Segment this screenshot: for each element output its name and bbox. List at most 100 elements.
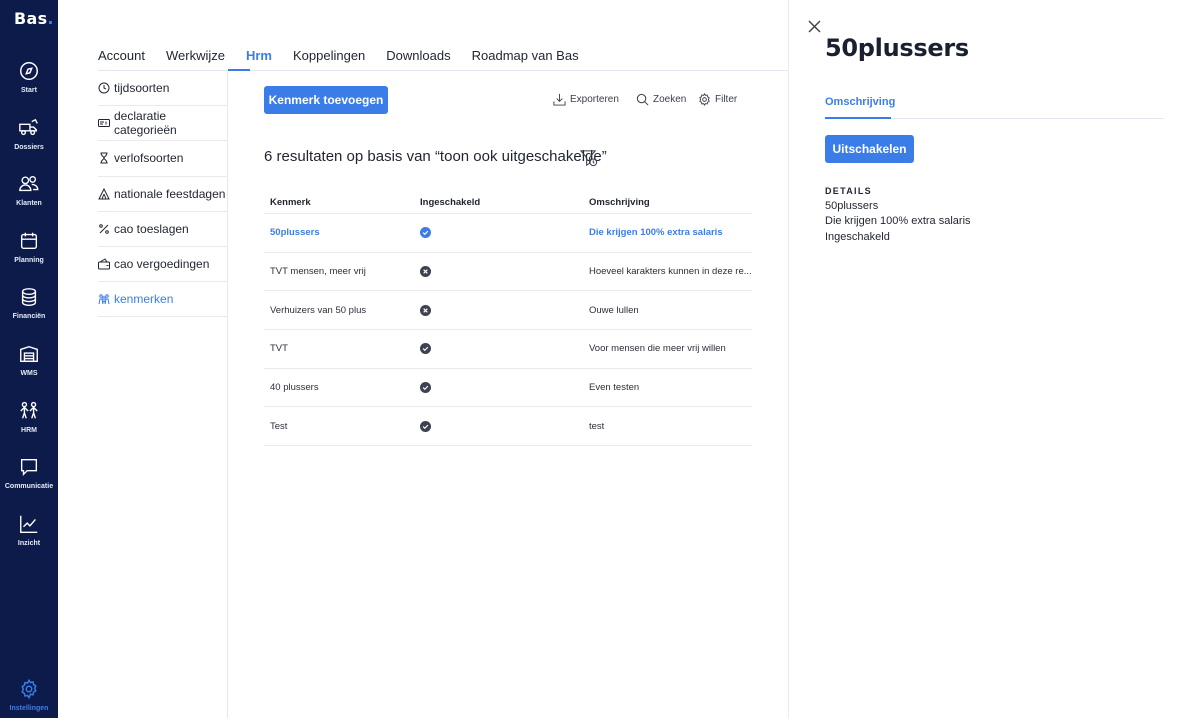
calendar-icon [20, 232, 38, 250]
export-icon [553, 93, 566, 106]
nav-instellingen-label: Instellingen [9, 705, 49, 712]
filter-settings-icon[interactable] [580, 149, 599, 168]
nav-inzicht[interactable]: Inzicht [0, 513, 58, 557]
column-ingeschakeld[interactable]: Ingeschakeld [414, 197, 583, 208]
search-icon [636, 93, 649, 106]
settings-tabs: Account Werkwijze Hrm Koppelingen Downlo… [98, 48, 600, 70]
table-row[interactable]: 40 plussers Even testen [264, 369, 752, 408]
cell-ingeschakeld [414, 304, 583, 316]
check-circle-icon [420, 343, 431, 355]
tab-roadmap[interactable]: Roadmap van Bas [472, 48, 579, 70]
tab-downloads[interactable]: Downloads [386, 48, 450, 70]
tab-omschrijving[interactable]: Omschrijving [825, 96, 895, 108]
nav-dossiers[interactable]: Dossiers [0, 117, 58, 161]
cell-ingeschakeld [414, 227, 583, 239]
cell-omschrijving: Even testen [589, 382, 640, 394]
active-tab-indicator [228, 69, 250, 71]
table-row[interactable]: Verhuizers van 50 plus Ouwe lullen [264, 291, 752, 331]
subnav-divider [227, 71, 228, 718]
check-circle-icon [420, 382, 431, 394]
nav-instellingen[interactable]: Instellingen [0, 678, 58, 722]
cell-omschrijving: Voor mensen die meer vrij willen [589, 343, 726, 355]
nav-klanten[interactable]: Klanten [0, 173, 58, 217]
detail-status: Ingeschakeld [825, 231, 890, 243]
add-kenmerk-button[interactable]: Kenmerk toevoegen [264, 86, 388, 114]
clock-icon [98, 82, 110, 94]
table-row[interactable]: Test test [264, 407, 752, 447]
table-row[interactable]: TVT mensen, meer vrij Hoeveel karakters … [264, 253, 752, 292]
subnav-nationale-feestdagen[interactable]: nationale feestdagen [98, 177, 228, 212]
nav-inzicht-label: Inzicht [17, 540, 41, 547]
subnav-cao-vergoedingen[interactable]: cao vergoedingen [98, 247, 228, 283]
group-icon [98, 294, 110, 305]
subnav-label: cao vergoedingen [114, 257, 210, 272]
nav-dossiers-label: Dossiers [14, 144, 44, 151]
search-button[interactable]: Zoeken [636, 93, 686, 106]
subnav-tijdsoorten[interactable]: tijdsoorten [98, 71, 228, 107]
search-label: Zoeken [653, 94, 687, 105]
table-row[interactable]: TVT Voor mensen die meer vrij willen [264, 330, 752, 369]
nav-wms-label: WMS [20, 370, 38, 377]
table-row[interactable]: 50plussers Die krijgen 100% extra salari… [264, 214, 752, 253]
x-circle-icon [420, 266, 431, 278]
cell-kenmerk: 40 plussers [270, 382, 319, 394]
subnav-kenmerken[interactable]: kenmerken [98, 282, 228, 318]
close-icon[interactable] [808, 20, 821, 33]
details-heading: DETAILS [825, 186, 872, 196]
subnav-label: cao toeslagen [114, 221, 189, 236]
bas-logo[interactable]: Bas. [14, 9, 54, 28]
hrm-subnav: tijdsoorten declaratie categorieën verlo… [98, 71, 228, 318]
subnav-label: tijdsoorten [114, 81, 170, 96]
cell-omschrijving: Ouwe lullen [589, 304, 639, 316]
main-navigation-rail: Bas. Start Dossiers Klanten Planning Fin… [0, 0, 58, 718]
export-button[interactable]: Exporteren [553, 93, 619, 106]
nav-hrm[interactable]: HRM [0, 400, 58, 444]
gear-icon [21, 678, 37, 700]
nav-wms[interactable]: WMS [0, 343, 58, 387]
filter-button[interactable]: Filter [698, 93, 737, 106]
cell-omschrijving: Hoeveel karakters kunnen in deze re... [589, 266, 752, 278]
subnav-label: verlofsoorten [114, 151, 184, 166]
tab-koppelingen[interactable]: Koppelingen [293, 48, 365, 70]
disable-button[interactable]: Uitschakelen [825, 135, 914, 163]
subnav-label: kenmerken [114, 292, 174, 307]
detail-active-tab-indicator [825, 117, 891, 119]
nav-communicatie-label: Communicatie [4, 483, 54, 490]
check-circle-icon [420, 420, 431, 432]
detail-description: Die krijgen 100% extra salaris [825, 215, 971, 227]
subnav-declaratie-categorieen[interactable]: declaratie categorieën [98, 106, 228, 142]
subnav-cao-toeslagen[interactable]: cao toeslagen [98, 212, 228, 247]
tab-hrm[interactable]: Hrm [246, 48, 272, 70]
chat-icon [20, 458, 38, 476]
cell-omschrijving: Die krijgen 100% extra salaris [589, 227, 723, 239]
cell-kenmerk: TVT [270, 343, 288, 355]
percent-icon [99, 224, 109, 234]
cell-kenmerk: Test [270, 420, 288, 432]
nav-planning[interactable]: Planning [0, 230, 58, 274]
nav-communicatie[interactable]: Communicatie [0, 456, 58, 500]
column-kenmerk[interactable]: Kenmerk [264, 197, 414, 208]
column-omschrijving[interactable]: Omschrijving [583, 197, 752, 208]
x-circle-icon [420, 304, 431, 316]
nav-financien[interactable]: Financiën [0, 286, 58, 330]
kenmerken-table: Kenmerk Ingeschakeld Omschrijving 50plus… [264, 191, 752, 447]
nav-klanten-label: Klanten [16, 200, 42, 207]
wallet-icon [98, 258, 110, 270]
tab-account[interactable]: Account [98, 48, 145, 70]
detail-panel-border [788, 0, 789, 718]
nav-planning-label: Planning [14, 257, 44, 264]
warehouse-icon [20, 345, 38, 363]
tab-werkwijze[interactable]: Werkwijze [166, 48, 225, 70]
truck-icon [19, 118, 38, 136]
subnav-verlofsoorten[interactable]: verlofsoorten [98, 141, 228, 177]
nav-financien-label: Financiën [12, 313, 46, 320]
nav-start[interactable]: Start [0, 60, 58, 104]
table-header: Kenmerk Ingeschakeld Omschrijving [264, 191, 752, 214]
nav-start-label: Start [21, 87, 37, 94]
logo-text: Bas [14, 9, 48, 28]
results-title: 6 resultaten op basis van “toon ook uitg… [264, 148, 607, 165]
check-circle-icon [420, 227, 431, 239]
cell-kenmerk: 50plussers [270, 227, 320, 239]
compass-icon [20, 62, 38, 80]
cell-kenmerk: TVT mensen, meer vrij [270, 266, 366, 278]
